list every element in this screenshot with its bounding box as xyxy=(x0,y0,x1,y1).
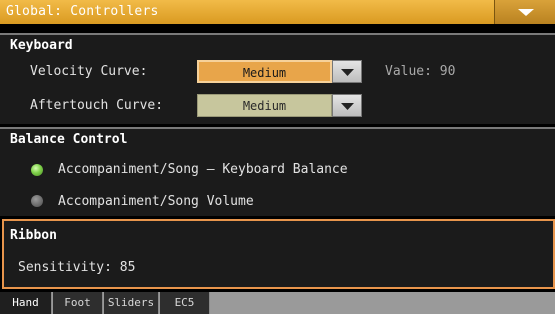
page-title: Global: Controllers xyxy=(6,4,159,19)
triangle-down-icon xyxy=(341,103,354,110)
aftertouch-curve-dropdown-button[interactable] xyxy=(332,94,362,117)
radio-button-icon[interactable] xyxy=(31,164,43,176)
tab-hand[interactable]: Hand xyxy=(0,292,52,314)
keyboard-heading: Keyboard xyxy=(10,38,73,53)
aftertouch-curve-dropdown[interactable]: Medium xyxy=(197,94,332,117)
tab-ec5[interactable]: EC5 xyxy=(160,292,210,314)
velocity-curve-dropdown[interactable]: Medium xyxy=(197,60,332,83)
page-menu-button[interactable] xyxy=(494,0,555,24)
ribbon-panel[interactable]: Ribbon Sensitivity: 85 xyxy=(2,219,555,289)
balance-option-label[interactable]: Accompaniment/Song – Keyboard Balance xyxy=(58,162,348,177)
balance-control-heading: Balance Control xyxy=(10,132,128,147)
triangle-down-icon xyxy=(341,69,354,76)
tab-sliders[interactable]: Sliders xyxy=(104,292,159,314)
tab-foot[interactable]: Foot xyxy=(53,292,103,314)
velocity-curve-dropdown-button[interactable] xyxy=(332,60,362,83)
title-bar: Global: Controllers xyxy=(0,0,555,24)
chevron-down-icon xyxy=(518,9,534,16)
controllers-window: Global: Controllers Keyboard Velocity Cu… xyxy=(0,0,555,314)
velocity-value-readout: Value: 90 xyxy=(385,64,456,79)
tab-bar: Hand Foot Sliders EC5 xyxy=(0,292,555,314)
radio-button-icon[interactable] xyxy=(31,195,43,207)
ribbon-heading: Ribbon xyxy=(10,228,57,243)
ribbon-sensitivity-value[interactable]: Sensitivity: 85 xyxy=(18,260,135,275)
velocity-curve-label: Velocity Curve: xyxy=(30,64,148,79)
aftertouch-curve-label: Aftertouch Curve: xyxy=(30,98,164,113)
balance-option-label[interactable]: Accompaniment/Song Volume xyxy=(58,194,254,209)
